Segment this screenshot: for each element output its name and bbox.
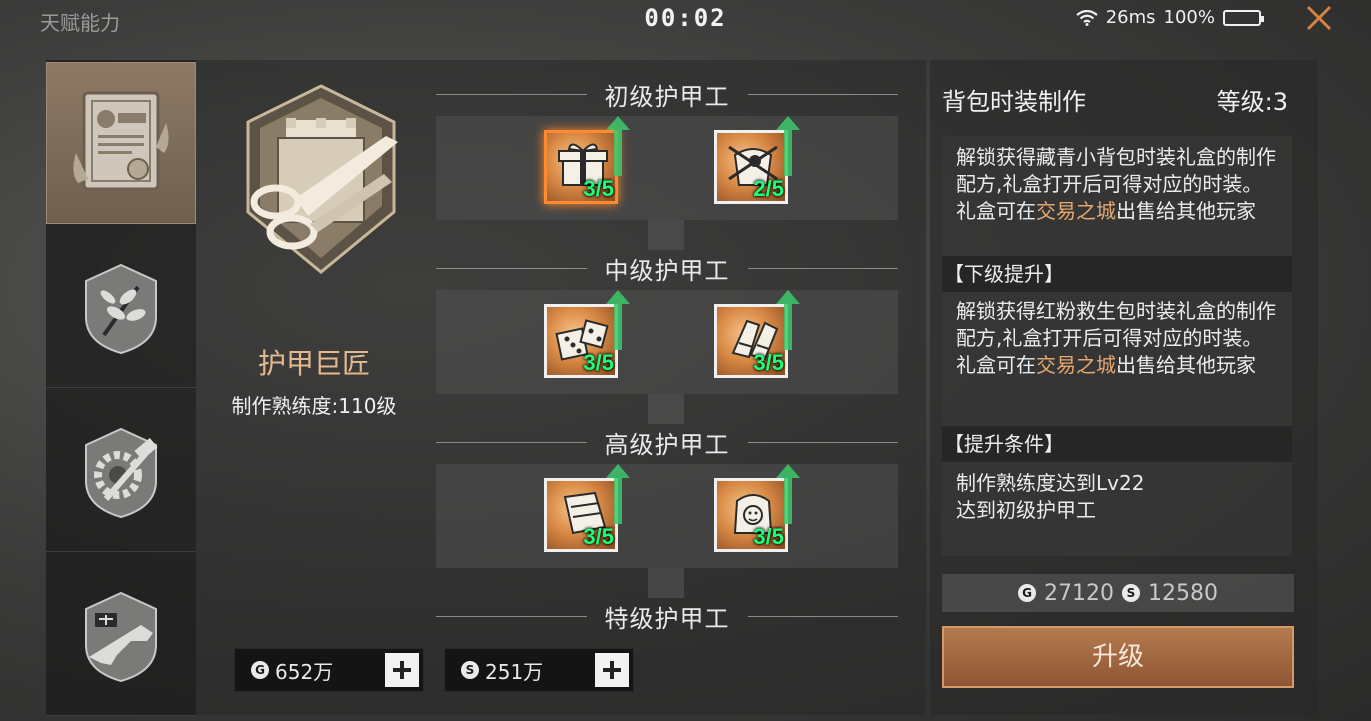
gold-coin-icon: G [1018,584,1036,602]
gun-badge-icon [85,591,157,682]
cost-silver: 12580 [1148,580,1218,606]
add-silver-button[interactable] [595,653,629,687]
gold-currency: G 652万 [234,648,424,692]
status-bar: 26ms 100% [1076,7,1264,28]
tier-connector [648,394,684,424]
silver-amount: 251万 [485,659,544,684]
tier-header: 特级护甲工 [436,600,898,633]
cost-gold: 27120 [1044,580,1114,606]
wifi-icon [1076,9,1098,26]
tier-label: 高级护甲工 [604,430,730,459]
gold-amount: 652万 [275,659,334,684]
tier-row: 3/5 2/5 [436,116,898,220]
tier-header: 中级护甲工 [436,252,898,285]
tier-label: 特级护甲工 [604,604,730,633]
trade-certificate-icon [73,91,169,191]
talent-tree-panel: 护甲巨匠 制作熟练度:110级 初级护甲工 3/5 2/5 中级护甲工 3/5 … [196,60,926,715]
skill-level: 3/5 [583,350,614,375]
talent-sidebar [46,60,196,716]
condition-2: 达到初级护甲工 [956,498,1096,522]
skill-slot-cloth[interactable]: 3/5 [544,464,630,552]
trade-city-link[interactable]: 交易之城 [1036,353,1116,377]
battery-text: 100% [1163,7,1215,28]
silver-currency: S 251万 [444,648,634,692]
skill-slot-bag[interactable]: 2/5 [714,116,800,204]
condition-1: 制作熟练度达到Lv22 [956,471,1145,495]
tier-connector [648,220,684,250]
proficiency-text: 制作熟练度:110级 [231,394,397,418]
skill-title: 背包时装制作 [942,88,1086,116]
upgrade-button[interactable]: 升级 [942,626,1294,688]
next-description: 解锁获得红粉救生包时装礼盒的制作配方,礼盒打开后可得对应的时装。礼盒可在交易之城… [956,299,1276,377]
skill-level: 3/5 [753,524,784,549]
talent-name: 护甲巨匠 [257,347,370,380]
skill-level-text: 等级:3 [1216,88,1288,116]
herb-badge-icon [85,263,157,354]
sidebar-item-herb[interactable] [46,226,196,388]
skill-level: 3/5 [753,350,784,375]
skill-level: 2/5 [753,176,784,201]
tier-label: 中级护甲工 [604,256,730,285]
upgrade-arrow-icon [776,290,800,350]
tier-header: 高级护甲工 [436,426,898,459]
skill-slot-gloves[interactable]: 3/5 [714,290,800,378]
skill-slot-gift-box[interactable]: 3/5 [544,116,630,204]
top-bar: 天赋能力 00:02 26ms 100% [0,0,1371,40]
sidebar-item-gear[interactable] [46,390,196,552]
skill-slot-dice[interactable]: 3/5 [544,290,630,378]
skill-level: 3/5 [583,176,614,201]
silver-coin-icon: S [461,661,479,679]
current-description: 解锁获得藏青小背包时装礼盒的制作配方,礼盒打开后可得对应的时装。礼盒可在交易之城… [956,145,1276,223]
armor-craft-badge-icon [246,84,398,274]
tier-label: 初级护甲工 [604,82,730,111]
tier-connector [648,568,684,598]
description-box: 解锁获得藏青小背包时装礼盒的制作配方,礼盒打开后可得对应的时装。礼盒可在交易之城… [942,136,1292,556]
upgrade-arrow-icon [606,290,630,350]
gold-coin-icon: G [251,661,269,679]
sidebar-item-trade[interactable] [46,62,196,224]
sidebar-item-gun[interactable] [46,554,196,716]
close-icon[interactable] [1303,2,1335,34]
trade-city-link[interactable]: 交易之城 [1036,199,1116,223]
upgrade-arrow-icon [776,116,800,176]
upgrade-condition-heading: 【提升条件】 [942,426,1292,462]
ping-text: 26ms [1105,7,1156,28]
skill-level: 3/5 [583,524,614,549]
gear-hammer-icon [85,427,158,518]
battery-icon [1223,9,1264,26]
next-level-heading: 【下级提升】 [942,256,1292,292]
upgrade-arrow-icon [776,464,800,524]
skill-detail-panel: 背包时装制作 等级:3 解锁获得藏青小背包时装礼盒的制作配方,礼盒打开后可得对应… [930,60,1318,715]
tier-row: 3/5 3/5 [436,464,898,568]
add-gold-button[interactable] [385,653,419,687]
tier-header: 初级护甲工 [436,78,898,111]
upgrade-arrow-icon [606,464,630,524]
upgrade-arrow-icon [606,116,630,176]
tier-row: 3/5 3/5 [436,290,898,394]
silver-coin-icon: S [1122,584,1140,602]
upgrade-cost: G 27120 S 12580 [942,574,1294,612]
skill-slot-backpack[interactable]: 3/5 [714,464,800,552]
